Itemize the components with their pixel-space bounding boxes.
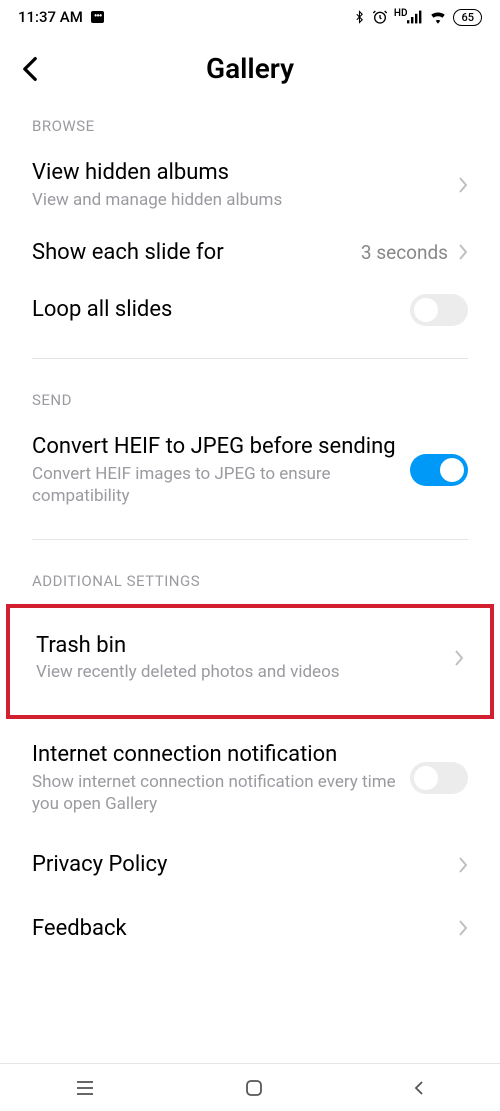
row-title: View hidden albums bbox=[32, 159, 458, 187]
row-subtitle: Show internet connection notification ev… bbox=[32, 771, 410, 815]
nav-home-button[interactable] bbox=[245, 1079, 263, 1097]
signal-icon: HD bbox=[394, 10, 424, 24]
row-title: Privacy Policy bbox=[32, 851, 458, 879]
row-title: Loop all slides bbox=[32, 296, 410, 324]
row-title: Show each slide for bbox=[32, 239, 361, 267]
alarm-icon bbox=[372, 9, 388, 25]
row-title: Convert HEIF to JPEG before sending bbox=[32, 433, 410, 461]
row-feedback[interactable]: Feedback bbox=[0, 893, 500, 957]
divider bbox=[32, 358, 468, 359]
chevron-right-icon bbox=[458, 856, 468, 874]
toggle-knob bbox=[440, 458, 464, 482]
row-loop-slides[interactable]: Loop all slides bbox=[0, 280, 500, 340]
battery-indicator: 65 bbox=[453, 9, 482, 26]
toggle-internet-notification[interactable] bbox=[410, 762, 468, 794]
wifi-icon bbox=[429, 10, 447, 24]
navigation-bar bbox=[0, 1063, 500, 1111]
chevron-right-icon bbox=[458, 243, 468, 261]
status-time: 11:37 AM bbox=[18, 8, 83, 26]
row-convert-heif[interactable]: Convert HEIF to JPEG before sending Conv… bbox=[0, 419, 500, 521]
row-trash-bin[interactable]: Trash bin View recently deleted photos a… bbox=[10, 626, 490, 690]
section-label-additional: ADDITIONAL SETTINGS bbox=[0, 558, 500, 600]
toggle-knob bbox=[414, 298, 438, 322]
section-label-browse: BROWSE bbox=[0, 103, 500, 145]
row-slide-duration[interactable]: Show each slide for 3 seconds bbox=[0, 225, 500, 281]
section-label-send: SEND bbox=[0, 377, 500, 419]
toggle-knob bbox=[414, 766, 438, 790]
row-title: Feedback bbox=[32, 915, 458, 943]
message-icon: ••• bbox=[91, 11, 105, 23]
row-subtitle: Convert HEIF images to JPEG to ensure co… bbox=[32, 463, 410, 507]
row-title: Trash bin bbox=[36, 632, 454, 660]
status-bar: 11:37 AM ••• HD 65 bbox=[0, 0, 500, 30]
toggle-convert-heif[interactable] bbox=[410, 454, 468, 486]
row-hidden-albums[interactable]: View hidden albums View and manage hidde… bbox=[0, 145, 500, 225]
row-value: 3 seconds bbox=[361, 241, 448, 264]
highlight-box: Trash bin View recently deleted photos a… bbox=[6, 604, 494, 720]
nav-back-button[interactable] bbox=[413, 1079, 425, 1097]
back-button[interactable] bbox=[22, 56, 38, 82]
row-privacy-policy[interactable]: Privacy Policy bbox=[0, 829, 500, 893]
chevron-right-icon bbox=[454, 649, 464, 667]
chevron-right-icon bbox=[458, 176, 468, 194]
row-subtitle: View and manage hidden albums bbox=[32, 189, 458, 211]
nav-recents-button[interactable] bbox=[75, 1080, 95, 1096]
chevron-right-icon bbox=[458, 919, 468, 937]
row-internet-notification[interactable]: Internet connection notification Show in… bbox=[0, 727, 500, 829]
toggle-loop-slides[interactable] bbox=[410, 294, 468, 326]
page-title: Gallery bbox=[18, 52, 482, 85]
row-subtitle: View recently deleted photos and videos bbox=[36, 661, 454, 683]
divider bbox=[32, 539, 468, 540]
page-header: Gallery bbox=[0, 30, 500, 103]
row-title: Internet connection notification bbox=[32, 741, 410, 769]
bluetooth-icon bbox=[353, 9, 366, 25]
